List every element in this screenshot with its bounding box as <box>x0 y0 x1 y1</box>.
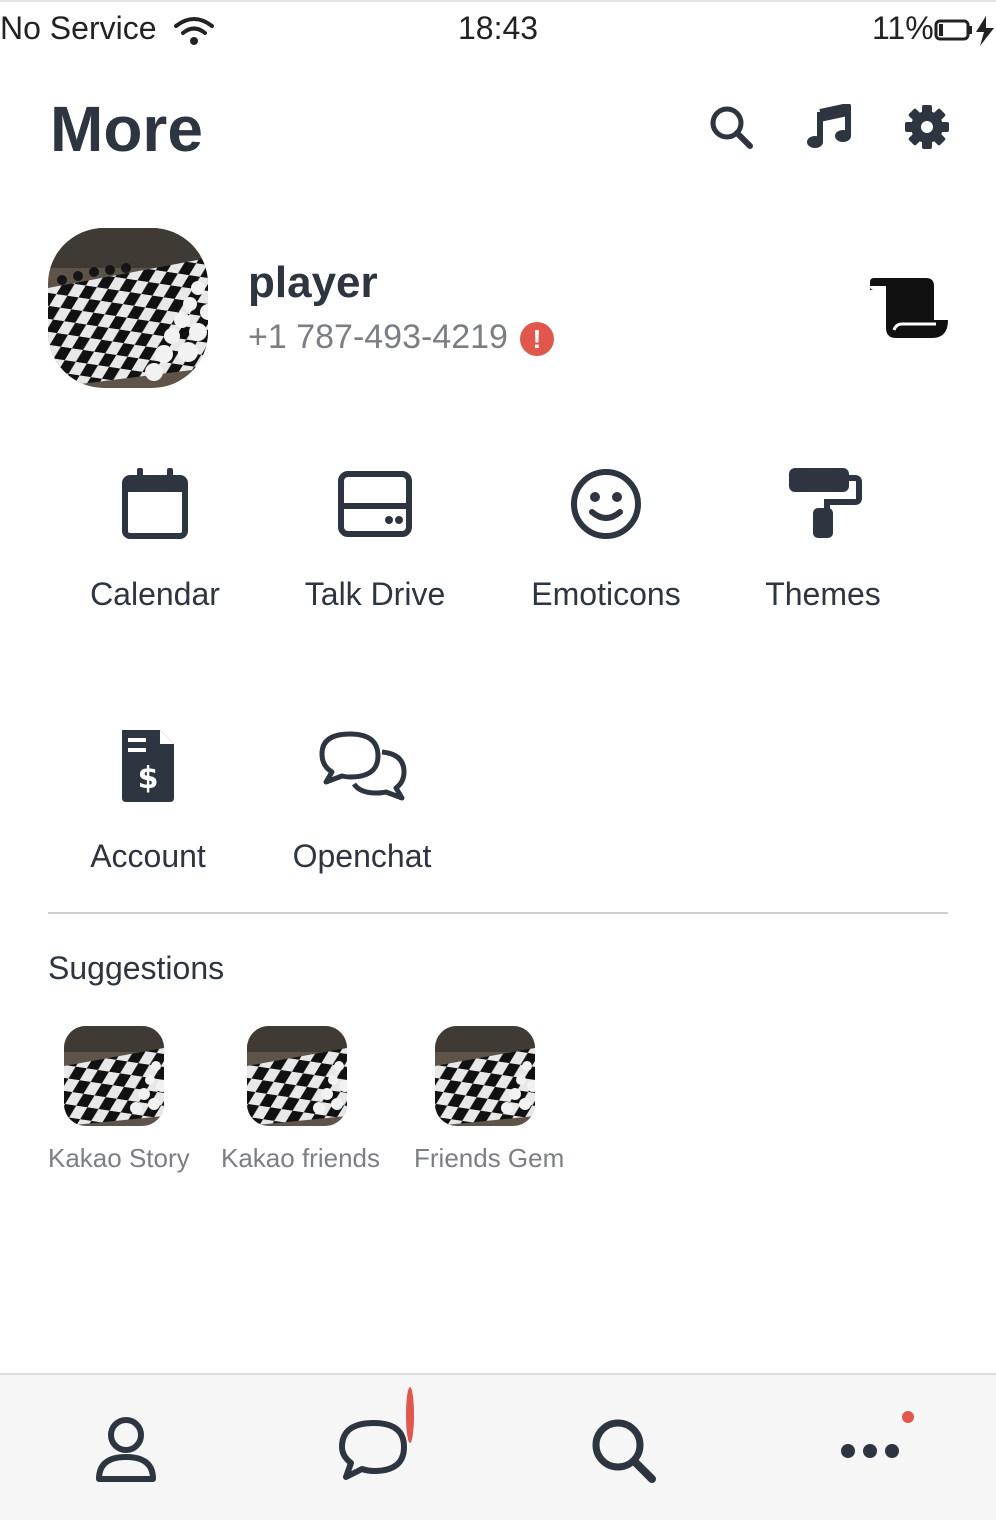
tab-bar <box>0 1373 996 1520</box>
suggestion-label-kakao-story[interactable]: Kakao Story <box>48 1143 190 1174</box>
menu-item-talk-drive[interactable]: Talk Drive <box>275 464 475 634</box>
profile-phone: +1 787-493-4219 <box>248 318 508 356</box>
chat-badge-mark <box>406 1387 414 1443</box>
battery-charging-icon <box>934 16 994 46</box>
menu-label-calendar: Calendar <box>90 576 220 612</box>
chat-bubbles-icon <box>319 731 407 801</box>
menu-item-account[interactable]: $ Account <box>48 726 248 896</box>
avatar[interactable] <box>48 228 208 388</box>
suggestion-thumb-image <box>64 1026 164 1126</box>
menu-item-openchat[interactable]: Openchat <box>262 726 462 896</box>
battery-text: 11% <box>872 10 934 46</box>
status-bar: No Service 18:43 11% <box>0 0 996 58</box>
tab-friends-person-icon[interactable] <box>86 1411 166 1491</box>
smile-icon <box>571 469 641 539</box>
suggestion-kakao-friends-icon[interactable] <box>247 1026 347 1126</box>
profile-name[interactable]: player <box>248 258 378 308</box>
clock-text: 18:43 <box>458 10 539 46</box>
menu-label-account: Account <box>90 838 206 874</box>
suggestion-kakao-story-icon[interactable] <box>64 1026 164 1126</box>
wifi-icon <box>174 17 214 45</box>
menu-item-calendar[interactable]: Calendar <box>55 464 255 634</box>
menu-label-emoticons: Emoticons <box>531 576 681 612</box>
tab-more-icon[interactable] <box>830 1411 910 1491</box>
suggestion-label-kakao-friends[interactable]: Kakao friends <box>221 1143 380 1174</box>
suggestion-thumb-image <box>435 1026 535 1126</box>
suggestion-friends-gem-icon[interactable] <box>435 1026 535 1126</box>
paint-roller-icon <box>789 468 862 538</box>
menu-item-emoticons[interactable]: Emoticons <box>506 464 706 634</box>
music-icon[interactable] <box>806 104 852 150</box>
menu-item-themes[interactable]: Themes <box>723 464 923 634</box>
divider <box>48 912 948 914</box>
carrier-text: No Service <box>0 10 157 46</box>
svg-text:$: $ <box>138 761 159 796</box>
menu-label-talk-drive: Talk Drive <box>304 576 446 612</box>
menu-label-openchat: Openchat <box>292 838 432 874</box>
avatar-image <box>48 228 208 388</box>
more-notification-dot <box>902 1411 914 1423</box>
search-icon[interactable] <box>708 104 754 150</box>
suggestion-label-friends-gem[interactable]: Friends Gem <box>414 1143 564 1174</box>
suggestion-thumb-image <box>247 1026 347 1126</box>
suggestions-title: Suggestions <box>48 950 225 986</box>
drive-icon <box>338 471 412 537</box>
calendar-icon <box>122 468 188 539</box>
menu-label-themes: Themes <box>765 576 881 612</box>
tab-search-icon[interactable] <box>584 1411 664 1491</box>
scroll-icon[interactable] <box>866 276 950 340</box>
tab-chats-chat-icon[interactable] <box>334 1411 414 1491</box>
page-title: More <box>50 93 203 165</box>
gear-icon[interactable] <box>904 104 950 150</box>
alert-badge[interactable]: ! <box>520 322 554 356</box>
invoice-icon: $ <box>122 730 174 802</box>
